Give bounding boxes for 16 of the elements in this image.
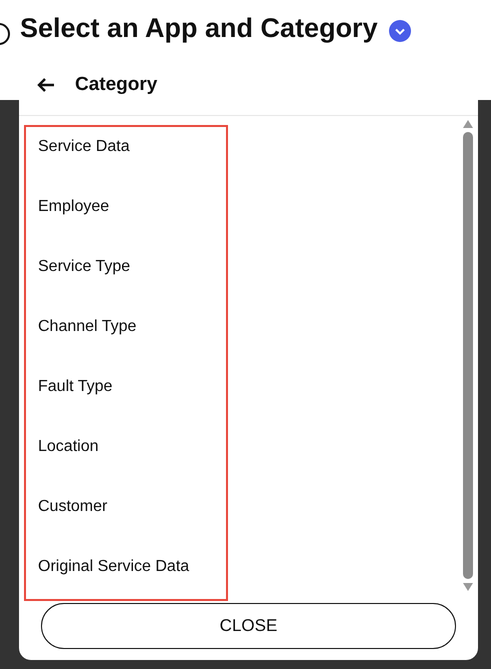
category-item[interactable]: Service Data — [19, 117, 460, 177]
dialog-title: Category — [75, 74, 158, 96]
category-item[interactable]: Service Type — [19, 237, 460, 297]
scrollbar-thumb[interactable] — [463, 132, 473, 579]
close-button[interactable]: CLOSE — [41, 603, 456, 649]
page-title: Select an App and Category — [20, 13, 378, 44]
category-item[interactable]: Employee — [19, 177, 460, 237]
back-arrow-icon[interactable] — [37, 77, 55, 93]
dropdown-icon[interactable] — [388, 19, 412, 43]
category-item[interactable]: Channel Type — [19, 297, 460, 357]
category-item[interactable]: Fault Type — [19, 357, 460, 417]
category-item[interactable]: Location — [19, 417, 460, 477]
scroll-down-icon[interactable] — [463, 583, 473, 591]
category-item[interactable]: Original Service Data — [19, 537, 460, 597]
scroll-up-icon[interactable] — [463, 120, 473, 128]
category-item[interactable]: Customer — [19, 477, 460, 537]
